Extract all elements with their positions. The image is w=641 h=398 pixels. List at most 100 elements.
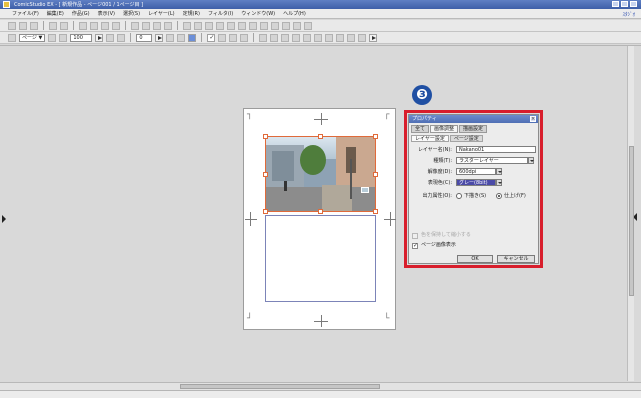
- chevron-down-icon[interactable]: [496, 179, 502, 186]
- chevron-down-icon[interactable]: [496, 168, 502, 175]
- menu-edit[interactable]: 編集(E): [47, 10, 64, 17]
- left-panel-toggle-icon[interactable]: [2, 215, 6, 223]
- page-select[interactable]: ページ ▼: [19, 33, 46, 42]
- chevron-down-icon[interactable]: [528, 157, 534, 164]
- resize-handle-bottom-left[interactable]: [263, 209, 268, 214]
- subtab-layer-settings[interactable]: レイヤー設定: [411, 135, 449, 142]
- fit-page-icon[interactable]: [8, 33, 16, 42]
- resize-handle-bottom-right[interactable]: [373, 209, 378, 214]
- tab-image-adjust[interactable]: 画像調整: [430, 125, 459, 133]
- undo-icon[interactable]: [49, 21, 57, 30]
- new-icon[interactable]: [8, 21, 16, 30]
- more-tools-icon[interactable]: [369, 33, 378, 42]
- menu-work[interactable]: 作品(G): [72, 10, 90, 17]
- paste-icon[interactable]: [101, 21, 109, 30]
- flip-v-icon[interactable]: [177, 33, 186, 42]
- layer-icon[interactable]: [183, 21, 191, 30]
- tool-j-icon[interactable]: [358, 33, 367, 42]
- zoom-out-icon[interactable]: [117, 33, 126, 42]
- prev-page-icon[interactable]: [48, 33, 57, 42]
- tab-draw-settings[interactable]: 描画設定: [459, 125, 488, 133]
- play-icon[interactable]: [95, 33, 104, 42]
- resize-handle-bottom[interactable]: [318, 209, 323, 214]
- export-icon[interactable]: [249, 21, 257, 30]
- rotate-play-icon[interactable]: [155, 33, 164, 42]
- vertical-scroll-thumb[interactable]: [629, 146, 634, 296]
- panel-frame[interactable]: [265, 215, 376, 302]
- tool-a-icon[interactable]: [259, 33, 268, 42]
- page-image-checkbox[interactable]: [412, 242, 418, 249]
- resize-handle-top[interactable]: [318, 134, 323, 139]
- next-page-icon[interactable]: [59, 33, 68, 42]
- copy-icon[interactable]: [90, 21, 98, 30]
- tool-e-icon[interactable]: [303, 33, 312, 42]
- zoom-field[interactable]: 100: [70, 33, 93, 42]
- menu-file[interactable]: ファイル(F): [12, 10, 39, 17]
- vertical-scrollbar[interactable]: [627, 46, 634, 381]
- menu-select[interactable]: 選択(S): [123, 10, 140, 17]
- horizontal-scroll-thumb[interactable]: [180, 384, 380, 389]
- tool-d-icon[interactable]: [292, 33, 301, 42]
- angle-field[interactable]: 0: [136, 33, 153, 42]
- radio-finish[interactable]: [496, 193, 502, 199]
- story-icon[interactable]: [282, 21, 290, 30]
- settings-icon[interactable]: [271, 21, 279, 30]
- ok-button[interactable]: OK: [457, 255, 493, 263]
- snap-guide-icon[interactable]: [240, 33, 249, 42]
- minimize-button[interactable]: [612, 1, 619, 7]
- snap-ruler-icon[interactable]: [218, 33, 227, 42]
- close-button[interactable]: [630, 1, 637, 7]
- type-select[interactable]: ラスターレイヤー: [456, 157, 528, 164]
- guide-icon[interactable]: [227, 21, 235, 30]
- page-icon[interactable]: [293, 21, 301, 30]
- grid-icon[interactable]: [205, 21, 213, 30]
- resolution-select[interactable]: 600dpi: [456, 168, 496, 175]
- redo-icon[interactable]: [60, 21, 68, 30]
- open-icon[interactable]: [19, 21, 27, 30]
- properties-title[interactable]: プロパティ: [409, 115, 538, 123]
- resize-handle-top-left[interactable]: [263, 134, 268, 139]
- hand-icon[interactable]: [142, 21, 150, 30]
- tool-i-icon[interactable]: [347, 33, 356, 42]
- tool-g-icon[interactable]: [325, 33, 334, 42]
- print-icon[interactable]: [238, 21, 246, 30]
- rotate-icon[interactable]: [164, 21, 172, 30]
- tool-b-icon[interactable]: [270, 33, 279, 42]
- street-photo-layer[interactable]: [265, 136, 376, 212]
- expression-color-select[interactable]: グレー(8bit): [456, 179, 496, 186]
- radio-draft[interactable]: [456, 193, 462, 199]
- save-icon[interactable]: [30, 21, 38, 30]
- menu-view[interactable]: 表示(V): [98, 10, 115, 17]
- resize-handle-right[interactable]: [373, 172, 378, 177]
- menu-help[interactable]: ヘルプ(H): [283, 10, 306, 17]
- maximize-button[interactable]: [621, 1, 628, 7]
- menu-ruler[interactable]: 定規(R): [183, 10, 200, 17]
- snap-check-icon[interactable]: [207, 33, 216, 42]
- zoom-icon[interactable]: [153, 21, 161, 30]
- menu-window[interactable]: ウィンドウ(W): [241, 10, 275, 17]
- close-icon[interactable]: ×: [530, 116, 536, 122]
- tone-icon[interactable]: [194, 21, 202, 30]
- preview-icon[interactable]: [260, 21, 268, 30]
- menu-filter[interactable]: フィルタ(I): [208, 10, 233, 17]
- snap-grid-icon[interactable]: [229, 33, 238, 42]
- info-icon[interactable]: [304, 21, 312, 30]
- zoom-in-icon[interactable]: [106, 33, 115, 42]
- resize-handle-top-right[interactable]: [373, 134, 378, 139]
- tool-f-icon[interactable]: [314, 33, 323, 42]
- resize-handle-left[interactable]: [263, 172, 268, 177]
- tool-h-icon[interactable]: [336, 33, 345, 42]
- tab-all[interactable]: 全て: [411, 125, 430, 133]
- horizontal-scrollbar[interactable]: [0, 382, 641, 390]
- tool-c-icon[interactable]: [281, 33, 290, 42]
- cut-icon[interactable]: [79, 21, 87, 30]
- subtab-page-settings[interactable]: ページ設定: [449, 135, 483, 142]
- keep-color-checkbox[interactable]: [412, 233, 418, 239]
- menu-layer[interactable]: レイヤー(L): [148, 10, 175, 17]
- cancel-button[interactable]: キャンセル: [497, 255, 535, 263]
- flip-h-icon[interactable]: [166, 33, 175, 42]
- pointer-icon[interactable]: [131, 21, 139, 30]
- ruler-icon[interactable]: [216, 21, 224, 30]
- layer-name-input[interactable]: Nakano01: [456, 146, 536, 153]
- color-icon[interactable]: [188, 33, 197, 42]
